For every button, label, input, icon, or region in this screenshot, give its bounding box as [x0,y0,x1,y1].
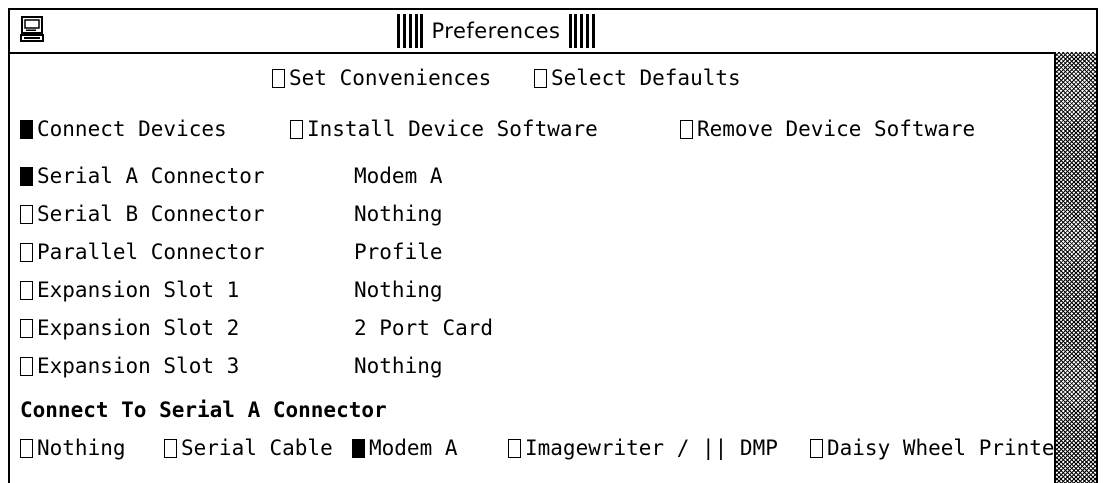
connect-to-section-title: Connect To Serial A Connector [20,398,387,422]
option-label: Modem A [369,436,458,460]
tab-remove-device-software-label: Remove Device Software [697,117,976,141]
connector-label: Expansion Slot 1 [37,278,240,302]
connector-label: Parallel Connector [37,240,265,264]
tab-connect-devices[interactable]: Connect Devices [20,117,227,141]
option-label: Imagewriter / || DMP [525,436,778,460]
option-label: Serial Cable [181,436,333,460]
option-modem-a[interactable]: Modem A [352,436,458,460]
title-bar[interactable]: Preferences [10,10,1096,54]
connector-serial-a[interactable]: Serial A Connector [20,164,265,188]
connector-value-parallel: Profile [354,240,443,264]
title-stripes-left [397,14,424,48]
connector-value-serial-b: Nothing [354,202,443,226]
tab-select-defaults[interactable]: Select Defaults [534,66,741,90]
connector-value-serial-a: Modem A [354,164,443,188]
title-stripes-right [568,14,595,48]
connector-value-expansion-slot-2: 2 Port Card [354,316,494,340]
option-label: Nothing [37,436,126,460]
checkbox-option-modem-a[interactable] [352,438,365,458]
checkbox-install-device-software[interactable] [290,119,303,139]
checkbox-serial-a[interactable] [20,166,33,186]
checkbox-serial-b[interactable] [20,204,33,224]
connector-label: Expansion Slot 3 [37,354,240,378]
checkbox-expansion-slot-1[interactable] [20,280,33,300]
window-title-box: Preferences [384,14,608,48]
checkbox-connect-devices[interactable] [20,119,33,139]
option-daisy-wheel-printer[interactable]: Daisy Wheel Printer [810,436,1054,460]
option-label: Daisy Wheel Printer [827,436,1054,460]
connector-value-expansion-slot-3: Nothing [354,354,443,378]
connector-expansion-slot-1[interactable]: Expansion Slot 1 [20,278,239,302]
connector-serial-b[interactable]: Serial B Connector [20,202,265,226]
checkbox-remove-device-software[interactable] [680,119,693,139]
tab-connect-devices-label: Connect Devices [37,117,227,141]
window-title: Preferences [431,19,561,43]
vertical-scrollbar[interactable] [1054,52,1096,483]
connector-label: Serial A Connector [37,164,265,188]
checkbox-option-daisy-wheel-printer[interactable] [810,438,823,458]
checkbox-select-defaults[interactable] [534,68,547,88]
tab-install-device-software[interactable]: Install Device Software [290,117,598,141]
connect-to-options-row: Nothing Serial Cable Modem A Imagewriter… [20,432,1054,464]
tab-remove-device-software[interactable]: Remove Device Software [680,117,975,141]
tab-set-conveniences[interactable]: Set Conveniences [272,66,491,90]
connector-value-expansion-slot-1: Nothing [354,278,443,302]
checkbox-expansion-slot-2[interactable] [20,318,33,338]
connector-label: Serial B Connector [37,202,265,226]
option-imagewriter-dmp[interactable]: Imagewriter / || DMP [508,436,778,460]
lisa-computer-icon[interactable] [20,16,44,42]
tab-install-device-software-label: Install Device Software [307,117,598,141]
checkbox-option-serial-cable[interactable] [164,438,177,458]
checkbox-parallel[interactable] [20,242,33,262]
connector-expansion-slot-3[interactable]: Expansion Slot 3 [20,354,239,378]
tab-select-defaults-label: Select Defaults [551,66,741,90]
checkbox-option-nothing[interactable] [20,438,33,458]
checkbox-set-conveniences[interactable] [272,68,285,88]
connector-label: Expansion Slot 2 [37,316,240,340]
checkbox-option-imagewriter-dmp[interactable] [508,438,521,458]
preferences-window: Preferences Set Conveniences Select Defa… [8,8,1098,483]
connector-expansion-slot-2[interactable]: Expansion Slot 2 [20,316,239,340]
option-nothing[interactable]: Nothing [20,436,126,460]
tab-set-conveniences-label: Set Conveniences [289,66,492,90]
option-serial-cable[interactable]: Serial Cable [164,436,333,460]
connector-parallel[interactable]: Parallel Connector [20,240,265,264]
checkbox-expansion-slot-3[interactable] [20,356,33,376]
